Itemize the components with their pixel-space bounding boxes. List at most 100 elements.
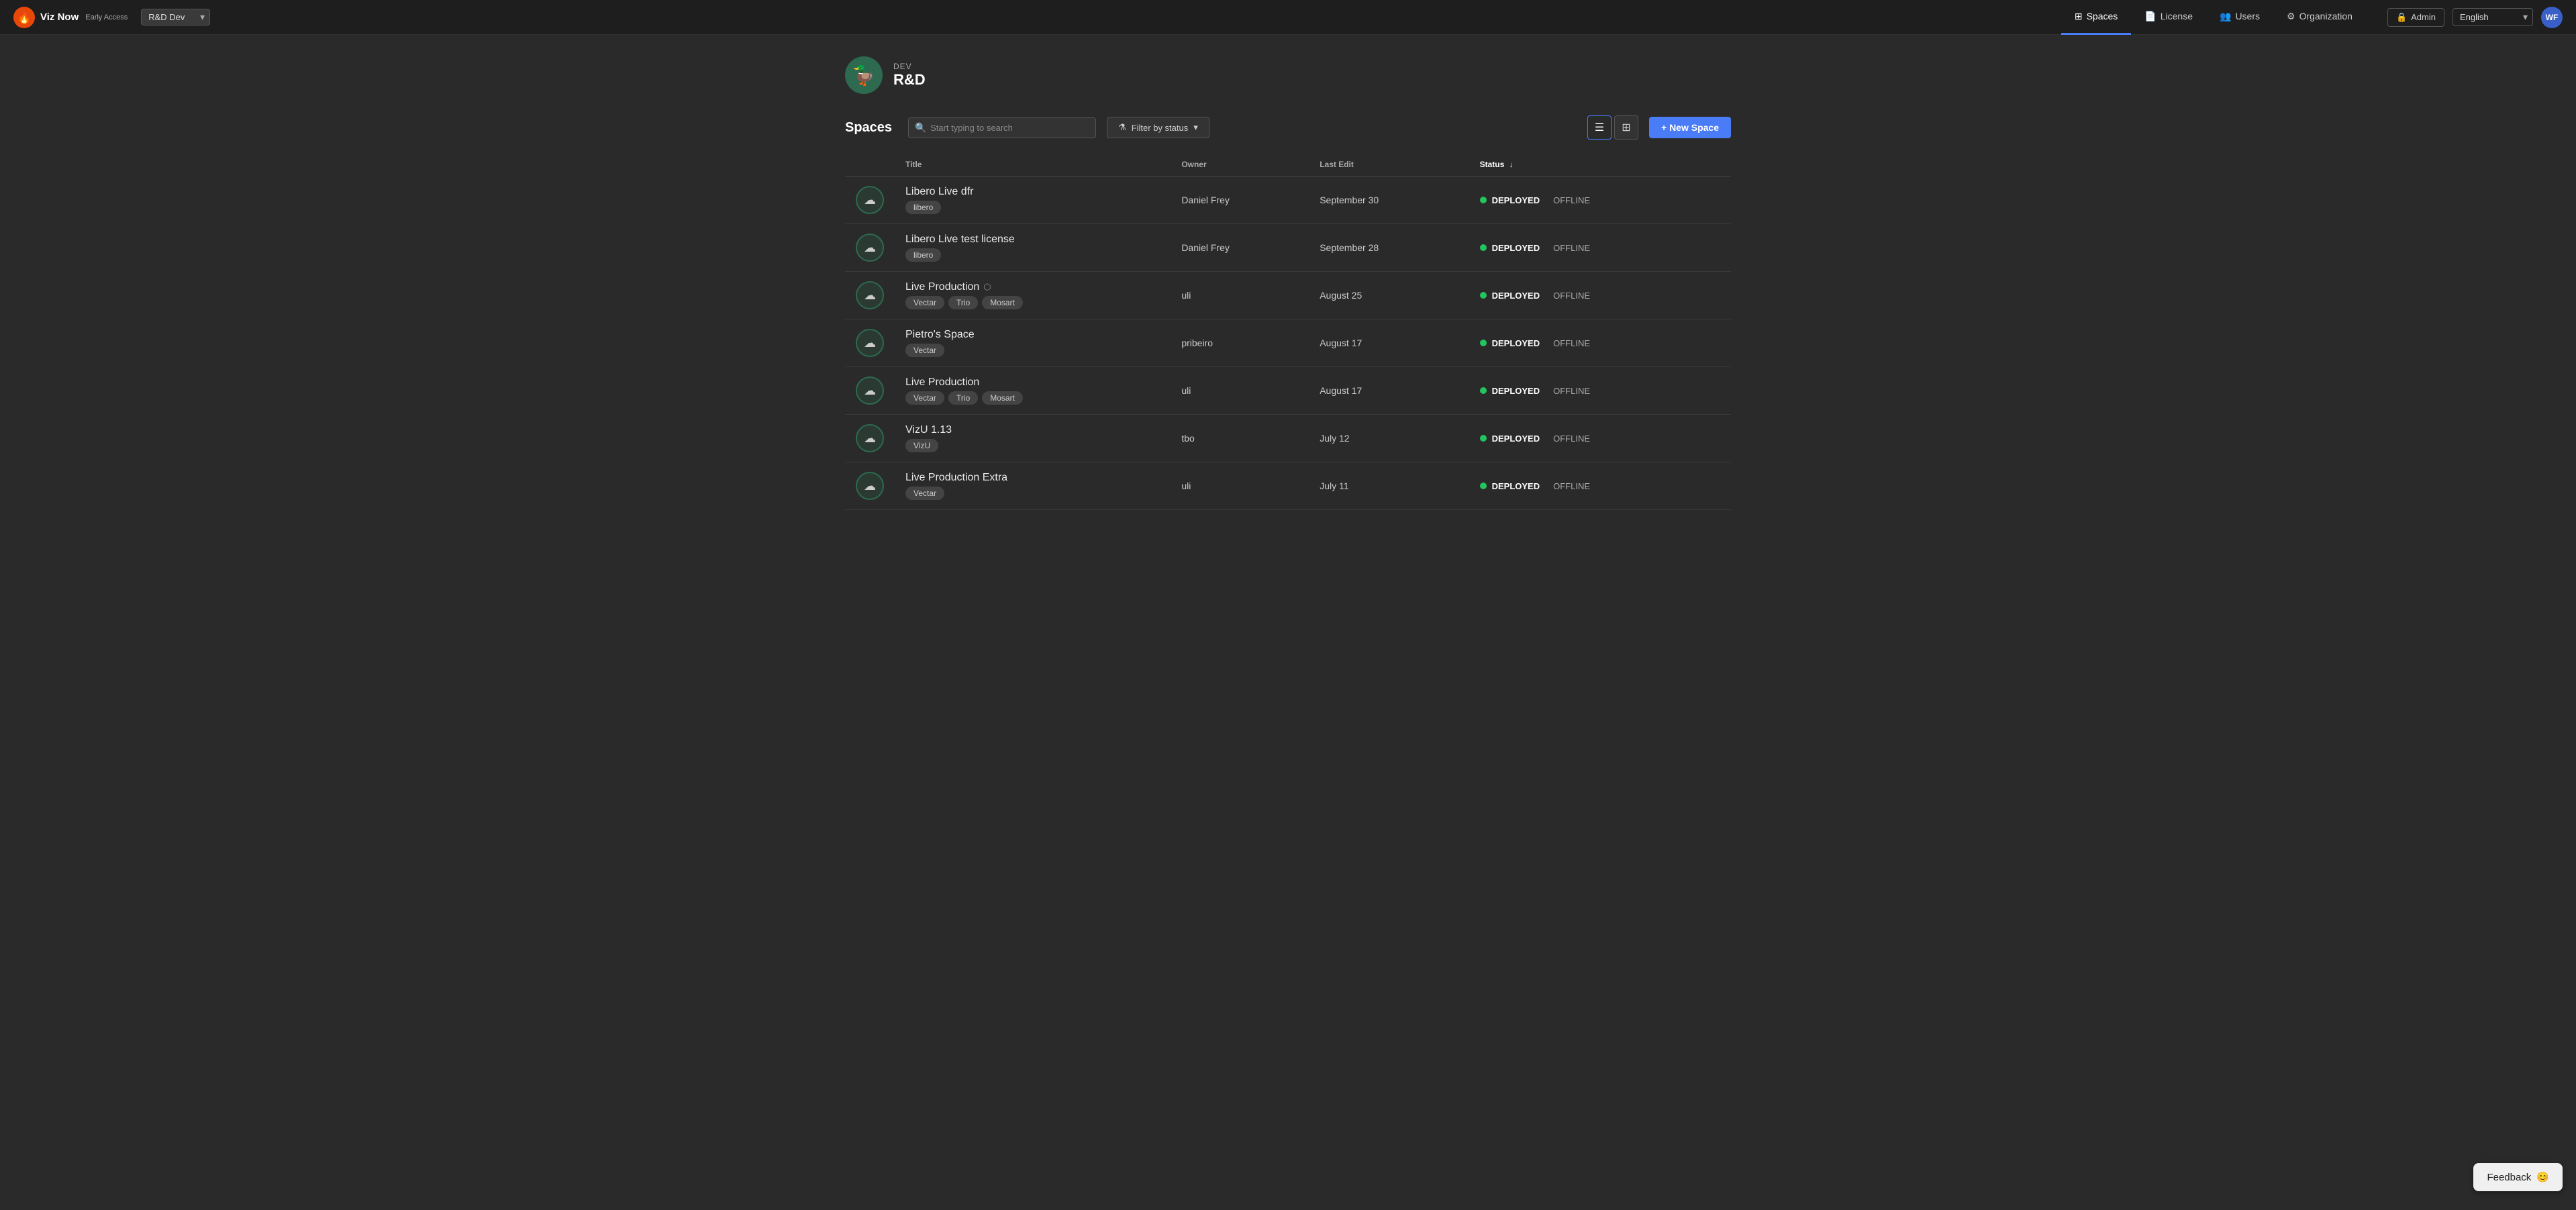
space-cloud-icon: ☁: [856, 472, 884, 500]
table-header-row: Title Owner Last Edit Status ↓: [845, 153, 1731, 177]
space-icon-cell: ☁: [845, 319, 895, 367]
space-last-edit: July 12: [1309, 415, 1469, 462]
table-row[interactable]: ☁Pietro's SpaceVectarpribeiroAugust 17 D…: [845, 319, 1731, 367]
table-row[interactable]: ☁Live ProductionVectarTrioMosartuliAugus…: [845, 367, 1731, 415]
space-status-cell: DEPLOYED OFFLINE: [1469, 367, 1731, 415]
space-tags: libero: [905, 248, 1160, 262]
status-offline-label: OFFLINE: [1553, 243, 1590, 253]
space-tag: libero: [905, 248, 941, 262]
filter-chevron-icon: ▾: [1193, 122, 1198, 133]
org-subtitle: Dev: [893, 62, 926, 71]
table-row[interactable]: ☁Live Production⬡VectarTrioMosartuliAugu…: [845, 272, 1731, 319]
spaces-title: Spaces: [845, 120, 892, 136]
space-owner: uli: [1171, 367, 1309, 415]
status-dot: [1480, 197, 1487, 203]
space-name-cell: Pietro's Space Vectar: [895, 319, 1171, 367]
space-icon-cell: ☁: [845, 177, 895, 224]
space-status-cell: DEPLOYED OFFLINE: [1469, 319, 1731, 367]
brand-name: Viz Now: [40, 11, 79, 23]
org-header: 🦆 Dev R&D: [845, 56, 1731, 94]
language-selector[interactable]: English: [2453, 8, 2533, 26]
view-toggle: ☰ ⊞: [1587, 115, 1638, 140]
col-icon: [845, 153, 895, 177]
env-selector[interactable]: R&D Dev Production Staging: [141, 9, 210, 26]
search-input[interactable]: [908, 117, 1096, 138]
spaces-table: Title Owner Last Edit Status ↓ ☁Libero L…: [845, 153, 1731, 510]
space-owner: uli: [1171, 462, 1309, 510]
env-selector-wrap[interactable]: R&D Dev Production Staging: [141, 9, 210, 26]
new-space-button[interactable]: + New Space: [1649, 117, 1731, 138]
space-status-cell: DEPLOYED OFFLINE: [1469, 177, 1731, 224]
nav-link-spaces[interactable]: ⊞ Spaces: [2061, 0, 2131, 35]
language-selector-wrap[interactable]: English: [2453, 8, 2533, 26]
status-deployed-label: DEPLOYED: [1492, 243, 1540, 253]
nav-link-users[interactable]: 👥 Users: [2206, 0, 2273, 35]
space-tag: Vectar: [905, 296, 944, 309]
col-status[interactable]: Status ↓: [1469, 153, 1731, 177]
space-name-cell: Libero Live test license libero: [895, 224, 1171, 272]
nav-link-license[interactable]: 📄 License: [2131, 0, 2206, 35]
space-tag: Vectar: [905, 344, 944, 357]
space-icon-cell: ☁: [845, 367, 895, 415]
space-name-text: Live Production: [905, 376, 979, 389]
admin-button[interactable]: 🔒 Admin: [2387, 8, 2444, 27]
space-tag: Trio: [948, 391, 978, 405]
filter-by-status-button[interactable]: ⚗ Filter by status ▾: [1107, 117, 1209, 138]
space-name-text: Pietro's Space: [905, 329, 975, 341]
viz-now-logo-icon: 🔥: [13, 7, 35, 28]
space-tags: VizU: [905, 439, 1160, 452]
top-navigation: 🔥 Viz Now Early Access R&D Dev Productio…: [0, 0, 2576, 35]
status-dot: [1480, 244, 1487, 251]
space-icon-cell: ☁: [845, 462, 895, 510]
status-offline-label: OFFLINE: [1553, 481, 1590, 491]
spaces-grid-icon: ⊞: [2075, 11, 2083, 22]
svg-text:🔥: 🔥: [17, 11, 31, 24]
list-view-button[interactable]: ☰: [1587, 115, 1612, 140]
space-name-cell: Live ProductionVectarTrioMosart: [895, 367, 1171, 415]
space-owner: pribeiro: [1171, 319, 1309, 367]
col-owner: Owner: [1171, 153, 1309, 177]
status-dot: [1480, 340, 1487, 346]
table-row[interactable]: ☁ Live Production ExtraVectaruliJuly 11 D…: [845, 462, 1731, 510]
table-row[interactable]: ☁VizU 1.13VizUtboJuly 12 DEPLOYED OFFLIN…: [845, 415, 1731, 462]
status-offline-label: OFFLINE: [1553, 291, 1590, 301]
feedback-button[interactable]: Feedback 😊: [2473, 1163, 2563, 1191]
filter-icon: ⚗: [1118, 122, 1126, 133]
space-cloud-icon: ☁: [856, 186, 884, 214]
status-deployed-label: DEPLOYED: [1492, 291, 1540, 301]
space-icon-cell: ☁: [845, 224, 895, 272]
space-owner: uli: [1171, 272, 1309, 319]
status-dot: [1480, 483, 1487, 489]
table-row[interactable]: ☁ Libero Live test license libero Daniel Fr…: [845, 224, 1731, 272]
space-tag: Trio: [948, 296, 978, 309]
space-status-cell: DEPLOYED OFFLINE: [1469, 462, 1731, 510]
space-name-text: Libero Live dfr: [905, 186, 973, 198]
space-name-text: Libero Live test license: [905, 234, 1015, 246]
user-avatar[interactable]: WF: [2541, 7, 2563, 28]
status-offline-label: OFFLINE: [1553, 434, 1590, 444]
users-group-icon: 👥: [2220, 11, 2231, 22]
nav-link-organization[interactable]: ⚙ Organization: [2273, 0, 2366, 35]
space-tag: VizU: [905, 439, 938, 452]
space-tag: Mosart: [982, 391, 1023, 405]
status-offline-label: OFFLINE: [1553, 386, 1590, 396]
space-status-cell: DEPLOYED OFFLINE: [1469, 415, 1731, 462]
sort-arrow-icon: ↓: [1509, 161, 1514, 169]
space-owner: Daniel Frey: [1171, 177, 1309, 224]
space-name-cell: Live Production ExtraVectar: [895, 462, 1171, 510]
space-name-cell: VizU 1.13VizU: [895, 415, 1171, 462]
space-cloud-icon: ☁: [856, 329, 884, 357]
nav-links: ⊞ Spaces 📄 License 👥 Users ⚙ Organizatio…: [2061, 0, 2366, 35]
space-owner: Daniel Frey: [1171, 224, 1309, 272]
space-icon-cell: ☁: [845, 415, 895, 462]
space-tag: Mosart: [982, 296, 1023, 309]
col-title: Title: [895, 153, 1171, 177]
nav-right: 🔒 Admin English WF: [2387, 7, 2563, 28]
spaces-toolbar: Spaces 🔍 ⚗ Filter by status ▾ ☰ ⊞ + New …: [845, 115, 1731, 140]
status-deployed-label: DEPLOYED: [1492, 195, 1540, 205]
table-row[interactable]: ☁Libero Live dfrliberoDaniel FreySeptemb…: [845, 177, 1731, 224]
space-cloud-icon: ☁: [856, 376, 884, 405]
space-last-edit: July 11: [1309, 462, 1469, 510]
grid-view-button[interactable]: ⊞: [1614, 115, 1638, 140]
space-last-edit: September 30: [1309, 177, 1469, 224]
